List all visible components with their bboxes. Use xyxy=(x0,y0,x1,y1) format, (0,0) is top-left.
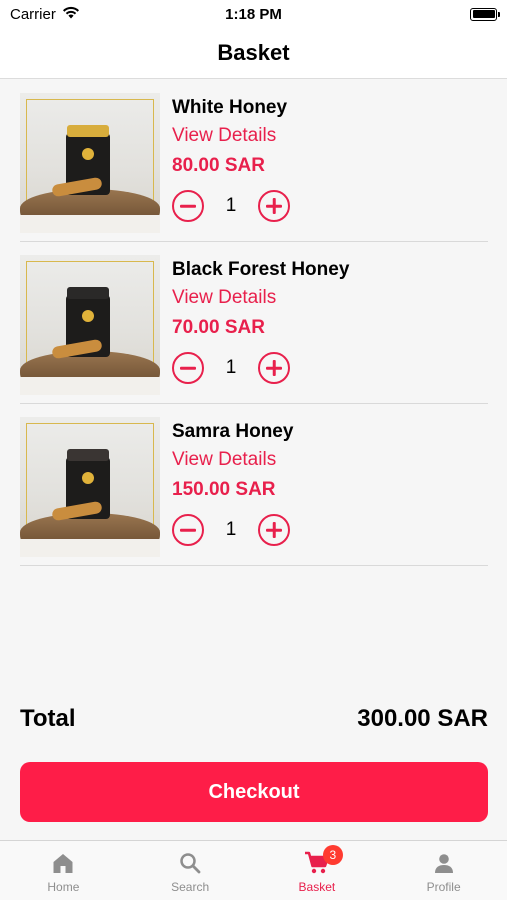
tab-label: Profile xyxy=(426,880,461,894)
product-image[interactable] xyxy=(20,417,160,557)
decrease-quantity-button[interactable] xyxy=(172,190,204,222)
carrier-label: Carrier xyxy=(10,5,56,23)
view-details-link[interactable]: View Details xyxy=(172,125,290,155)
nav-header: Basket xyxy=(0,28,507,79)
profile-icon xyxy=(434,854,453,873)
status-left: Carrier xyxy=(10,6,80,23)
tab-basket[interactable]: 3 Basket xyxy=(254,841,381,900)
tab-search[interactable]: Search xyxy=(127,841,254,900)
wifi-icon xyxy=(62,6,80,23)
tab-label: Home xyxy=(47,880,80,894)
quantity-value: 1 xyxy=(225,519,237,540)
quantity-value: 1 xyxy=(225,195,237,216)
basket-item: White Honey View Details 80.00 SAR 1 xyxy=(20,80,488,242)
view-details-link[interactable]: View Details xyxy=(172,449,293,479)
search-icon xyxy=(180,853,201,874)
product-name: White Honey xyxy=(172,97,288,118)
status-bar: Carrier 1:18 PM xyxy=(0,0,507,28)
total-value: 300.00 SAR xyxy=(357,705,488,732)
quantity-stepper: 1 xyxy=(172,352,349,384)
product-price: 80.00 SAR xyxy=(172,155,265,176)
page-title: Basket xyxy=(217,40,290,65)
increase-quantity-button[interactable] xyxy=(258,190,290,222)
increase-quantity-button[interactable] xyxy=(258,352,290,384)
item-info: Black Forest Honey View Details 70.00 SA… xyxy=(172,255,349,403)
basket-item: Samra Honey View Details 150.00 SAR 1 xyxy=(20,404,488,566)
home-icon xyxy=(53,854,73,873)
product-name: Samra Honey xyxy=(172,421,294,442)
increase-quantity-button[interactable] xyxy=(258,514,290,546)
product-name: Black Forest Honey xyxy=(172,259,350,280)
quantity-value: 1 xyxy=(225,357,237,378)
total-row: Total 300.00 SAR xyxy=(20,705,488,733)
basket-item: Black Forest Honey View Details 70.00 SA… xyxy=(20,242,488,404)
total-label: Total xyxy=(20,705,76,732)
tab-profile[interactable]: Profile xyxy=(380,841,507,900)
tab-home[interactable]: Home xyxy=(0,841,127,900)
view-details-link[interactable]: View Details xyxy=(172,287,349,317)
decrease-quantity-button[interactable] xyxy=(172,352,204,384)
basket-list: White Honey View Details 80.00 SAR 1 Bla… xyxy=(20,80,488,566)
product-image[interactable] xyxy=(20,93,160,233)
product-image[interactable] xyxy=(20,255,160,395)
tab-bar: Home Search 3 Basket Profile xyxy=(0,840,507,900)
checkout-button[interactable]: Checkout xyxy=(20,762,488,822)
tab-label: Search xyxy=(171,880,210,894)
quantity-stepper: 1 xyxy=(172,514,293,546)
quantity-stepper: 1 xyxy=(172,190,290,222)
product-price: 150.00 SAR xyxy=(172,479,276,500)
basket-count-badge: 3 xyxy=(322,845,343,865)
decrease-quantity-button[interactable] xyxy=(172,514,204,546)
item-info: White Honey View Details 80.00 SAR 1 xyxy=(172,93,290,241)
item-info: Samra Honey View Details 150.00 SAR 1 xyxy=(172,417,293,565)
battery-icon xyxy=(470,7,500,21)
tab-label: Basket xyxy=(298,880,336,894)
product-price: 70.00 SAR xyxy=(172,317,265,338)
